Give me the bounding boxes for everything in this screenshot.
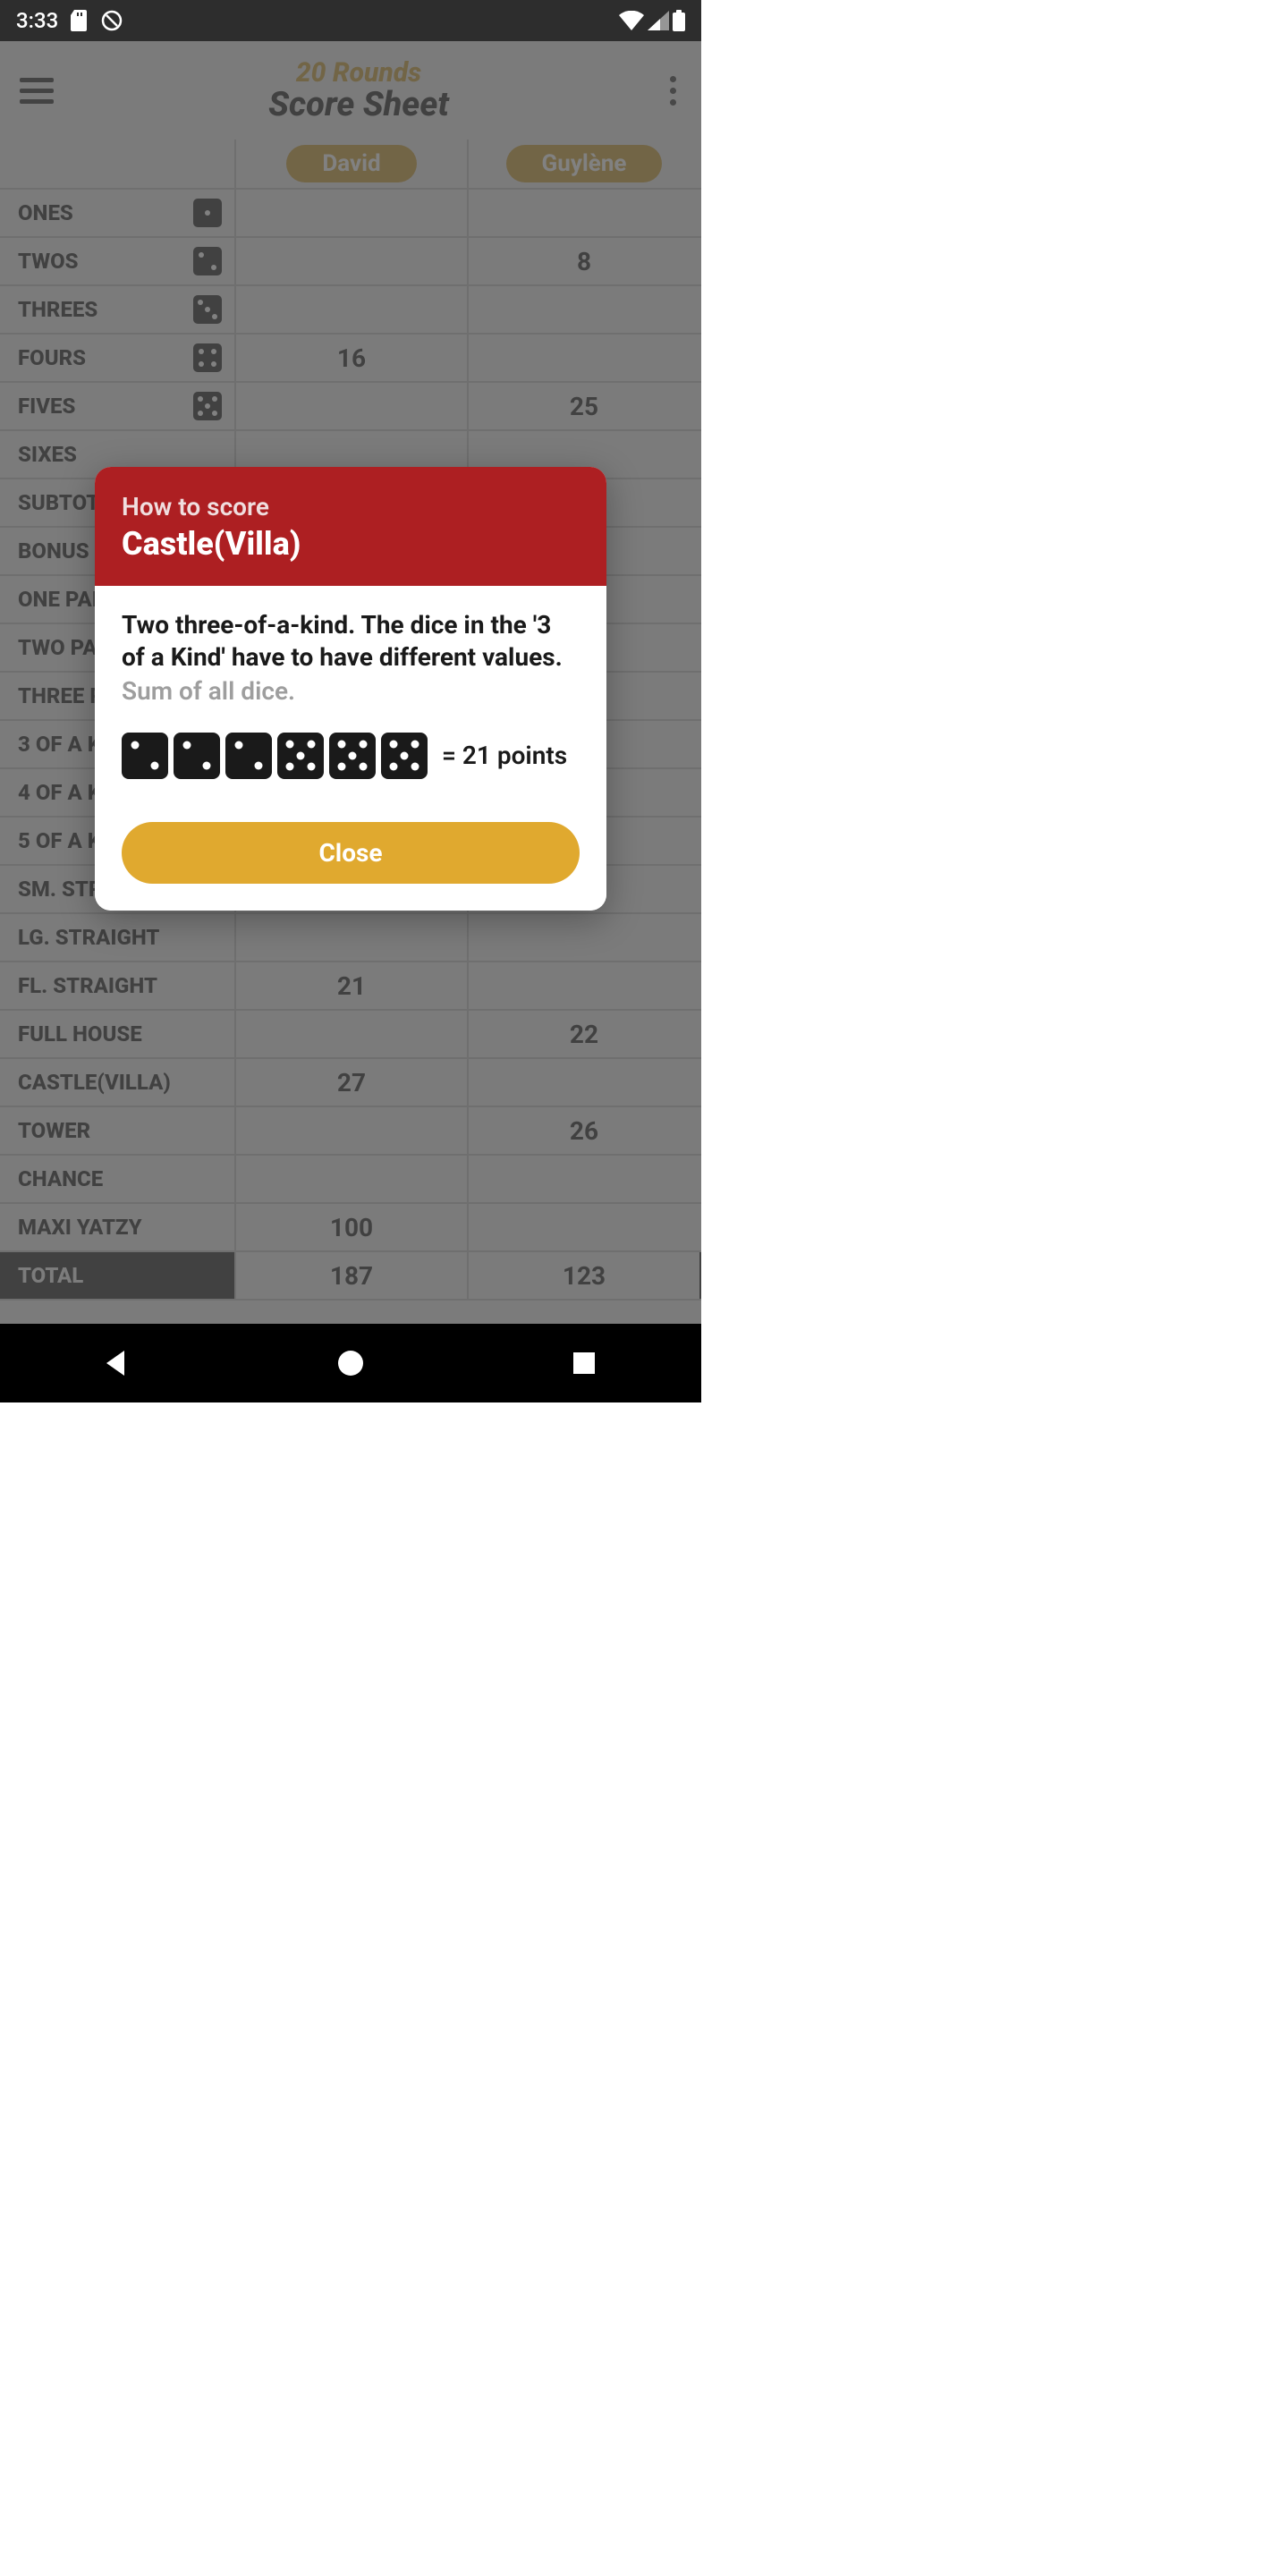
- example-die-2-icon: [225, 733, 272, 779]
- example-die-5-icon: [329, 733, 376, 779]
- system-nav-bar: [0, 1324, 701, 1402]
- back-button[interactable]: [101, 1347, 133, 1379]
- battery-icon: [673, 10, 685, 31]
- dialog-description: Two three-of-a-kind. The dice in the '3 …: [122, 609, 580, 674]
- sd-card-icon: [71, 10, 89, 31]
- dialog-body: Two three-of-a-kind. The dice in the '3 …: [95, 586, 606, 911]
- recents-button[interactable]: [568, 1347, 600, 1379]
- status-time: 3:33: [16, 8, 58, 33]
- dialog-scoring: Sum of all dice.: [122, 676, 580, 706]
- dnd-icon: [101, 10, 123, 31]
- wifi-icon: [619, 11, 644, 30]
- dialog-eyebrow: How to score: [122, 492, 580, 521]
- example-die-2-icon: [174, 733, 220, 779]
- example-die-5-icon: [277, 733, 324, 779]
- dialog-header: How to score Castle(Villa): [95, 467, 606, 586]
- dialog-title: Castle(Villa): [122, 525, 580, 563]
- example-die-2-icon: [122, 733, 168, 779]
- example-die-5-icon: [381, 733, 428, 779]
- example-result: = 21 points: [442, 741, 567, 770]
- close-button[interactable]: Close: [122, 822, 580, 884]
- dialog-example: = 21 points: [122, 733, 580, 779]
- home-button[interactable]: [335, 1347, 367, 1379]
- how-to-score-dialog: How to score Castle(Villa) Two three-of-…: [95, 467, 606, 911]
- status-bar: 3:33: [0, 0, 701, 41]
- cell-signal-icon: [648, 11, 669, 30]
